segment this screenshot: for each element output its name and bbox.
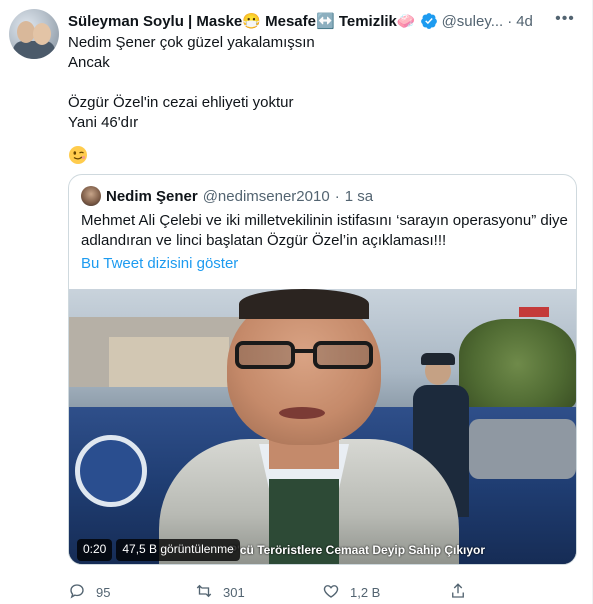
video-thumbnail-person <box>139 289 469 564</box>
reply-button[interactable]: 95 <box>68 582 195 603</box>
tweet-text-line <box>68 73 568 93</box>
retweet-icon <box>195 582 213 603</box>
tweet-text: Nedim Şener çok güzel yakalamışsın Ancak… <box>68 33 568 133</box>
like-count: 1,2 B <box>350 584 381 600</box>
police-logo-icon <box>75 435 147 507</box>
reply-count: 95 <box>96 584 111 600</box>
more-options-icon[interactable]: ••• <box>554 10 576 32</box>
show-thread-link[interactable]: Bu Tweet dizisini göster <box>81 255 238 272</box>
quoted-author-avatar[interactable] <box>81 186 101 206</box>
heart-icon <box>322 582 340 603</box>
share-button[interactable] <box>449 582 576 603</box>
separator-dot: · <box>334 187 340 205</box>
quoted-tweet[interactable]: Nedim Şener @nedimsener2010 · 1 sa Mehme… <box>68 174 577 565</box>
share-icon <box>449 582 467 603</box>
video-info-bar: 0:20 47,5 B görüntülenme <box>77 539 240 561</box>
separator-dot: · <box>507 12 513 30</box>
tweet[interactable]: Süleyman Soylu | Maske😷 Mesafe↔️ Temizli… <box>0 0 593 604</box>
quoted-author-name[interactable]: Nedim Şener <box>106 188 198 205</box>
like-button[interactable]: 1,2 B <box>322 582 449 603</box>
video-view-count: 47,5 B görüntülenme <box>116 539 240 561</box>
video-player[interactable]: P'cü Teröristlere Cemaat Deyip Sahip Çık… <box>69 289 576 564</box>
reply-icon <box>68 582 86 603</box>
video-caption: P'cü Teröristlere Cemaat Deyip Sahip Çık… <box>229 543 486 557</box>
retweet-count: 301 <box>223 584 245 600</box>
tweet-text-line: Özgür Özel'in cezai ehliyeti yoktur <box>68 94 294 111</box>
tweet-text-line: Ancak <box>68 54 110 71</box>
tweet-text-line: Nedim Şener çok güzel yakalamışsın <box>68 34 315 51</box>
tweet-text-line: Yani 46'dır <box>68 114 139 131</box>
tweet-actions: 95 301 1,2 B <box>68 581 577 603</box>
quoted-tweet-time[interactable]: 1 sa <box>345 188 373 205</box>
quoted-tweet-header: Nedim Şener @nedimsener2010 · 1 sa <box>81 186 373 206</box>
video-duration: 0:20 <box>77 539 113 561</box>
winking-face-icon <box>68 145 88 165</box>
verified-badge-icon <box>420 12 438 30</box>
author-name[interactable]: Süleyman Soylu | Maske😷 Mesafe↔️ Temizli… <box>68 12 416 30</box>
quoted-author-handle[interactable]: @nedimsener2010 <box>203 188 330 205</box>
retweet-button[interactable]: 301 <box>195 582 322 603</box>
tweet-header: Süleyman Soylu | Maske😷 Mesafe↔️ Temizli… <box>68 10 583 32</box>
quoted-tweet-text: Mehmet Ali Çelebi ve iki milletvekilinin… <box>81 212 568 249</box>
tweet-time[interactable]: 4d <box>516 13 533 30</box>
author-handle[interactable]: @suley... <box>442 13 504 30</box>
author-avatar[interactable] <box>9 9 59 59</box>
